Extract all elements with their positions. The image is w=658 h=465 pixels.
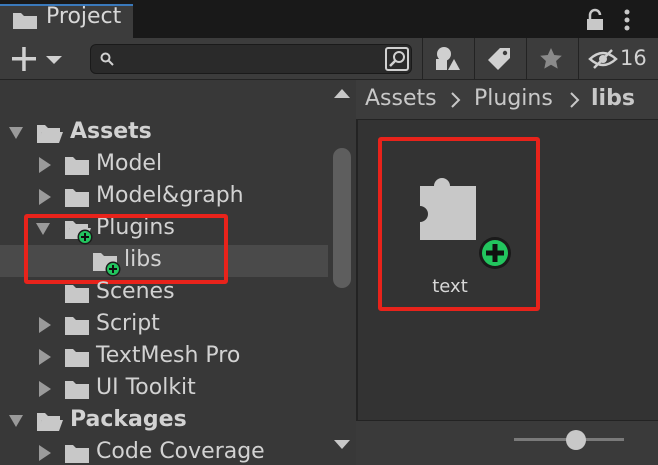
collapse-arrow-icon[interactable]	[39, 189, 51, 205]
highlight-box-asset	[378, 137, 540, 311]
chevron-right-icon	[570, 92, 580, 108]
collapse-arrow-icon[interactable]	[39, 157, 51, 173]
expand-arrow-icon[interactable]	[9, 127, 23, 139]
shapes-icon	[436, 47, 460, 70]
lock-icon[interactable]	[584, 8, 606, 32]
tree-label-ui-toolkit: UI Toolkit	[96, 375, 196, 400]
folder-icon	[65, 381, 89, 399]
tab-title: Project	[46, 4, 122, 29]
folder-icon	[13, 13, 37, 29]
hidden-count: 16	[620, 46, 647, 70]
tree-label-code-coverage: Code Coverage	[96, 439, 265, 464]
tree-label-model-graph: Model&graph	[96, 183, 244, 208]
breadcrumb-libs[interactable]: libs	[591, 86, 635, 111]
star-icon	[540, 48, 562, 69]
folder-icon	[65, 285, 89, 303]
folder-open-icon	[37, 125, 63, 143]
search-input[interactable]	[90, 44, 412, 74]
folder-open-icon	[37, 413, 63, 431]
tag-icon	[488, 48, 510, 70]
tree-label-packages: Packages	[70, 407, 187, 432]
collapse-arrow-icon[interactable]	[39, 349, 51, 365]
breadcrumb-assets[interactable]: Assets	[365, 86, 437, 111]
collapse-arrow-icon[interactable]	[39, 445, 51, 461]
folder-icon	[65, 445, 89, 463]
folder-icon	[65, 349, 89, 367]
tree-label-textmesh-pro: TextMesh Pro	[96, 343, 241, 368]
tree-label-scenes: Scenes	[96, 279, 175, 304]
highlight-box-tree	[24, 214, 228, 284]
breadcrumb-plugins[interactable]: Plugins	[474, 86, 553, 111]
folder-icon	[65, 317, 89, 335]
scroll-down-icon[interactable]	[334, 440, 350, 450]
eye-hidden-icon	[588, 49, 618, 69]
folder-icon	[65, 157, 89, 175]
chevron-right-icon	[451, 92, 461, 108]
tree-label-script: Script	[96, 311, 160, 336]
scroll-up-icon[interactable]	[334, 88, 350, 98]
collapse-arrow-icon[interactable]	[39, 317, 51, 333]
scrollbar-thumb[interactable]	[333, 148, 351, 288]
folder-icon	[65, 189, 89, 207]
create-dropdown-button[interactable]	[12, 47, 64, 71]
search-scope-icon[interactable]	[384, 46, 410, 72]
zoom-slider-thumb[interactable]	[566, 430, 586, 450]
expand-arrow-icon[interactable]	[9, 415, 23, 427]
more-options-icon[interactable]	[622, 8, 632, 34]
search-icon	[100, 52, 114, 66]
tree-label-model: Model	[96, 151, 163, 176]
asset-view-footer	[356, 420, 658, 465]
tree-label-assets: Assets	[70, 119, 152, 144]
collapse-arrow-icon[interactable]	[39, 381, 51, 397]
